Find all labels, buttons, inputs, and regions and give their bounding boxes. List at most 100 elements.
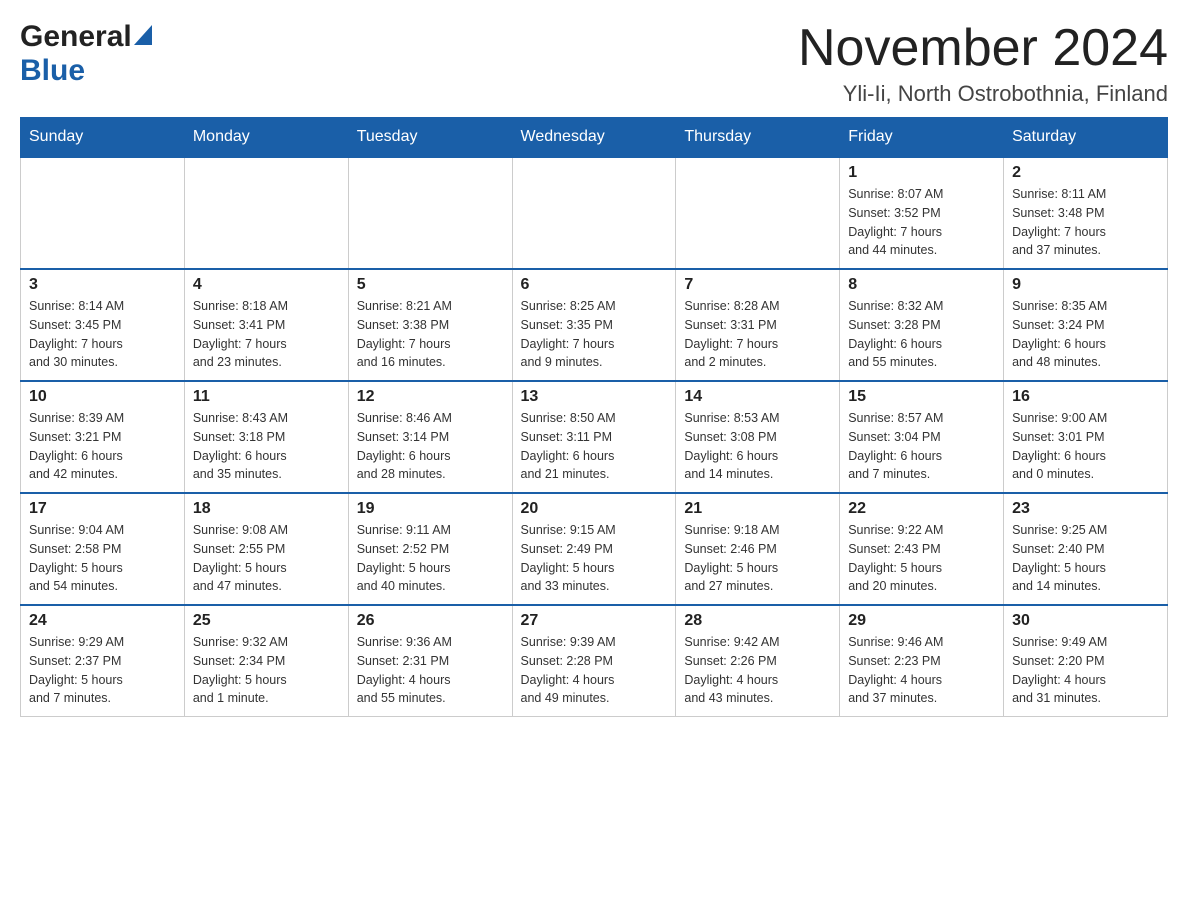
day-number: 13 [521,388,668,406]
day-info: Sunrise: 8:39 AMSunset: 3:21 PMDaylight:… [29,409,176,484]
title-block: November 2024 Yli-Ii, North Ostrobothnia… [798,20,1168,107]
calendar-week-row: 3 Sunrise: 8:14 AMSunset: 3:45 PMDaylight… [21,269,1168,381]
day-info: Sunrise: 8:18 AMSunset: 3:41 PMDaylight:… [193,297,340,372]
day-info: Sunrise: 8:25 AMSunset: 3:35 PMDaylight:… [521,297,668,372]
table-row [512,157,676,269]
table-row: 2 Sunrise: 8:11 AMSunset: 3:48 PMDaylight… [1004,157,1168,269]
day-info: Sunrise: 9:11 AMSunset: 2:52 PMDaylight:… [357,521,504,596]
day-number: 21 [684,500,831,518]
day-info: Sunrise: 9:15 AMSunset: 2:49 PMDaylight:… [521,521,668,596]
table-row: 16 Sunrise: 9:00 AMSunset: 3:01 PMDayligh… [1004,381,1168,493]
table-row: 9 Sunrise: 8:35 AMSunset: 3:24 PMDaylight… [1004,269,1168,381]
day-info: Sunrise: 8:28 AMSunset: 3:31 PMDaylight:… [684,297,831,372]
day-info: Sunrise: 9:00 AMSunset: 3:01 PMDaylight:… [1012,409,1159,484]
page-header: General Blue November 2024 Yli-Ii, North… [20,20,1168,107]
day-number: 28 [684,612,831,630]
day-number: 24 [29,612,176,630]
header-monday: Monday [184,118,348,158]
table-row: 28 Sunrise: 9:42 AMSunset: 2:26 PMDayligh… [676,605,840,717]
month-title: November 2024 [798,20,1168,77]
header-saturday: Saturday [1004,118,1168,158]
day-number: 12 [357,388,504,406]
table-row: 29 Sunrise: 9:46 AMSunset: 2:23 PMDayligh… [840,605,1004,717]
day-number: 10 [29,388,176,406]
day-info: Sunrise: 9:46 AMSunset: 2:23 PMDaylight:… [848,633,995,708]
table-row: 22 Sunrise: 9:22 AMSunset: 2:43 PMDayligh… [840,493,1004,605]
calendar-week-row: 10 Sunrise: 8:39 AMSunset: 3:21 PMDayligh… [21,381,1168,493]
logo-blue-text: Blue [20,54,85,87]
day-number: 5 [357,276,504,294]
day-number: 3 [29,276,176,294]
table-row: 30 Sunrise: 9:49 AMSunset: 2:20 PMDayligh… [1004,605,1168,717]
calendar-header-row: Sunday Monday Tuesday Wednesday Thursday… [21,118,1168,158]
table-row: 13 Sunrise: 8:50 AMSunset: 3:11 PMDayligh… [512,381,676,493]
table-row: 20 Sunrise: 9:15 AMSunset: 2:49 PMDayligh… [512,493,676,605]
day-info: Sunrise: 9:18 AMSunset: 2:46 PMDaylight:… [684,521,831,596]
day-info: Sunrise: 8:14 AMSunset: 3:45 PMDaylight:… [29,297,176,372]
day-number: 14 [684,388,831,406]
day-number: 30 [1012,612,1159,630]
table-row: 8 Sunrise: 8:32 AMSunset: 3:28 PMDaylight… [840,269,1004,381]
day-info: Sunrise: 8:11 AMSunset: 3:48 PMDaylight:… [1012,185,1159,260]
table-row [676,157,840,269]
day-info: Sunrise: 8:35 AMSunset: 3:24 PMDaylight:… [1012,297,1159,372]
header-tuesday: Tuesday [348,118,512,158]
calendar-week-row: 24 Sunrise: 9:29 AMSunset: 2:37 PMDayligh… [21,605,1168,717]
table-row: 3 Sunrise: 8:14 AMSunset: 3:45 PMDaylight… [21,269,185,381]
day-info: Sunrise: 9:49 AMSunset: 2:20 PMDaylight:… [1012,633,1159,708]
day-info: Sunrise: 9:22 AMSunset: 2:43 PMDaylight:… [848,521,995,596]
calendar-week-row: 1Sunrise: 8:07 AMSunset: 3:52 PMDaylight… [21,157,1168,269]
table-row: 15 Sunrise: 8:57 AMSunset: 3:04 PMDayligh… [840,381,1004,493]
logo: General Blue [20,20,152,88]
table-row [184,157,348,269]
table-row: 18 Sunrise: 9:08 AMSunset: 2:55 PMDayligh… [184,493,348,605]
table-row: 1Sunrise: 8:07 AMSunset: 3:52 PMDaylight… [840,157,1004,269]
day-number: 20 [521,500,668,518]
table-row: 12 Sunrise: 8:46 AMSunset: 3:14 PMDayligh… [348,381,512,493]
day-info: Sunrise: 9:08 AMSunset: 2:55 PMDaylight:… [193,521,340,596]
table-row: 24 Sunrise: 9:29 AMSunset: 2:37 PMDayligh… [21,605,185,717]
day-number: 15 [848,388,995,406]
day-info: Sunrise: 8:46 AMSunset: 3:14 PMDaylight:… [357,409,504,484]
day-number: 19 [357,500,504,518]
table-row: 21 Sunrise: 9:18 AMSunset: 2:46 PMDayligh… [676,493,840,605]
day-number: 18 [193,500,340,518]
day-number: 2 [1012,164,1159,182]
day-number: 16 [1012,388,1159,406]
day-info: Sunrise: 8:57 AMSunset: 3:04 PMDaylight:… [848,409,995,484]
table-row: 23Sunrise: 9:25 AMSunset: 2:40 PMDayligh… [1004,493,1168,605]
day-info: Sunrise: 9:39 AMSunset: 2:28 PMDaylight:… [521,633,668,708]
day-number: 8 [848,276,995,294]
table-row: 14Sunrise: 8:53 AMSunset: 3:08 PMDayligh… [676,381,840,493]
table-row: 10 Sunrise: 8:39 AMSunset: 3:21 PMDayligh… [21,381,185,493]
table-row: 5 Sunrise: 8:21 AMSunset: 3:38 PMDaylight… [348,269,512,381]
day-info: Sunrise: 9:42 AMSunset: 2:26 PMDaylight:… [684,633,831,708]
table-row: 4Sunrise: 8:18 AMSunset: 3:41 PMDaylight… [184,269,348,381]
day-info: Sunrise: 9:32 AMSunset: 2:34 PMDaylight:… [193,633,340,708]
day-number: 7 [684,276,831,294]
header-friday: Friday [840,118,1004,158]
day-number: 22 [848,500,995,518]
day-number: 17 [29,500,176,518]
day-number: 26 [357,612,504,630]
day-number: 29 [848,612,995,630]
table-row: 19 Sunrise: 9:11 AMSunset: 2:52 PMDayligh… [348,493,512,605]
logo-general-text: General [20,20,132,54]
table-row [21,157,185,269]
table-row: 6Sunrise: 8:25 AMSunset: 3:35 PMDaylight… [512,269,676,381]
day-info: Sunrise: 8:32 AMSunset: 3:28 PMDaylight:… [848,297,995,372]
day-info: Sunrise: 9:25 AMSunset: 2:40 PMDaylight:… [1012,521,1159,596]
day-number: 1 [848,164,995,182]
location-subtitle: Yli-Ii, North Ostrobothnia, Finland [798,81,1168,107]
table-row: 26Sunrise: 9:36 AMSunset: 2:31 PMDayligh… [348,605,512,717]
day-number: 11 [193,388,340,406]
day-info: Sunrise: 9:04 AMSunset: 2:58 PMDaylight:… [29,521,176,596]
table-row [348,157,512,269]
day-info: Sunrise: 8:50 AMSunset: 3:11 PMDaylight:… [521,409,668,484]
day-info: Sunrise: 8:21 AMSunset: 3:38 PMDaylight:… [357,297,504,372]
day-number: 9 [1012,276,1159,294]
day-info: Sunrise: 8:43 AMSunset: 3:18 PMDaylight:… [193,409,340,484]
day-info: Sunrise: 9:29 AMSunset: 2:37 PMDaylight:… [29,633,176,708]
table-row: 17 Sunrise: 9:04 AMSunset: 2:58 PMDayligh… [21,493,185,605]
table-row: 25Sunrise: 9:32 AMSunset: 2:34 PMDayligh… [184,605,348,717]
